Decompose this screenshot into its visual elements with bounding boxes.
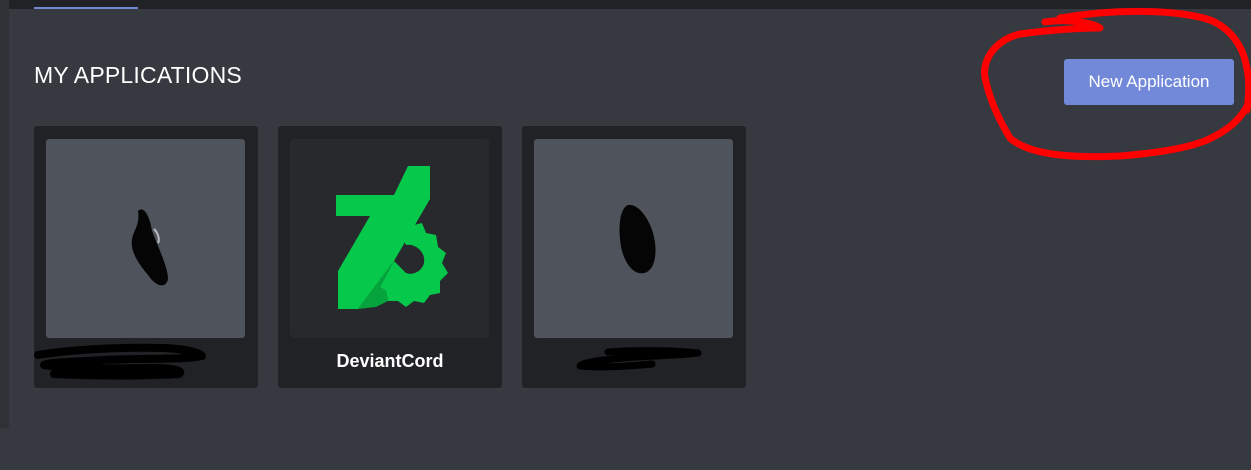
- redacted-name-scribble: [34, 343, 206, 380]
- app-logo-icon: [290, 139, 489, 338]
- app-avatar-icon: [46, 139, 245, 338]
- top-navigation-bar: [0, 0, 1251, 9]
- applications-grid: DeviantCord: [34, 126, 746, 388]
- redacted-name-scribble: [576, 347, 702, 371]
- developer-portal-page: MY APPLICATIONS New Application DeviantC…: [0, 0, 1251, 470]
- active-tab-indicator: [34, 7, 138, 9]
- redaction-scribble-icon: [619, 204, 656, 274]
- application-card[interactable]: DeviantCord: [278, 126, 502, 388]
- application-card[interactable]: [522, 126, 746, 388]
- deviantcord-logo-icon: [336, 166, 448, 309]
- page-title: MY APPLICATIONS: [34, 62, 242, 88]
- redaction-scribble-icon: [131, 209, 168, 286]
- application-card[interactable]: [34, 126, 258, 388]
- app-name: DeviantCord: [336, 351, 444, 371]
- app-avatar-icon: [534, 139, 733, 338]
- sidebar-edge: [0, 0, 9, 428]
- new-application-button[interactable]: New Application: [1064, 59, 1234, 105]
